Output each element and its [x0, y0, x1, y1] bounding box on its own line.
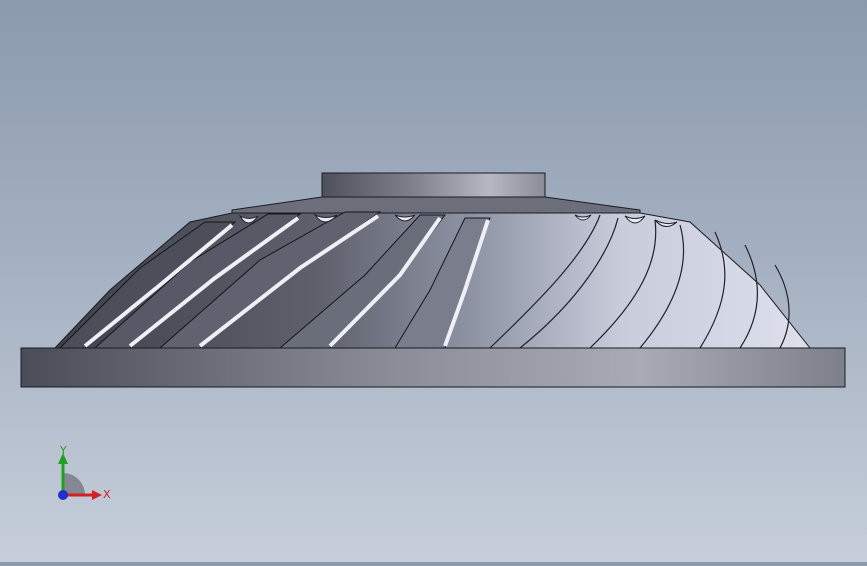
graphics-viewport[interactable]: Y X	[0, 0, 867, 562]
x-axis-arrowhead	[92, 490, 102, 500]
x-axis-label: X	[103, 488, 111, 501]
z-axis-dot	[58, 490, 68, 500]
y-axis-label: Y	[59, 444, 67, 457]
coordinate-triad: Y X	[50, 440, 120, 510]
hub-cylinder	[321, 172, 546, 198]
base-disk	[20, 347, 846, 388]
impeller-model[interactable]	[0, 0, 867, 562]
shroud-disk	[231, 196, 641, 215]
